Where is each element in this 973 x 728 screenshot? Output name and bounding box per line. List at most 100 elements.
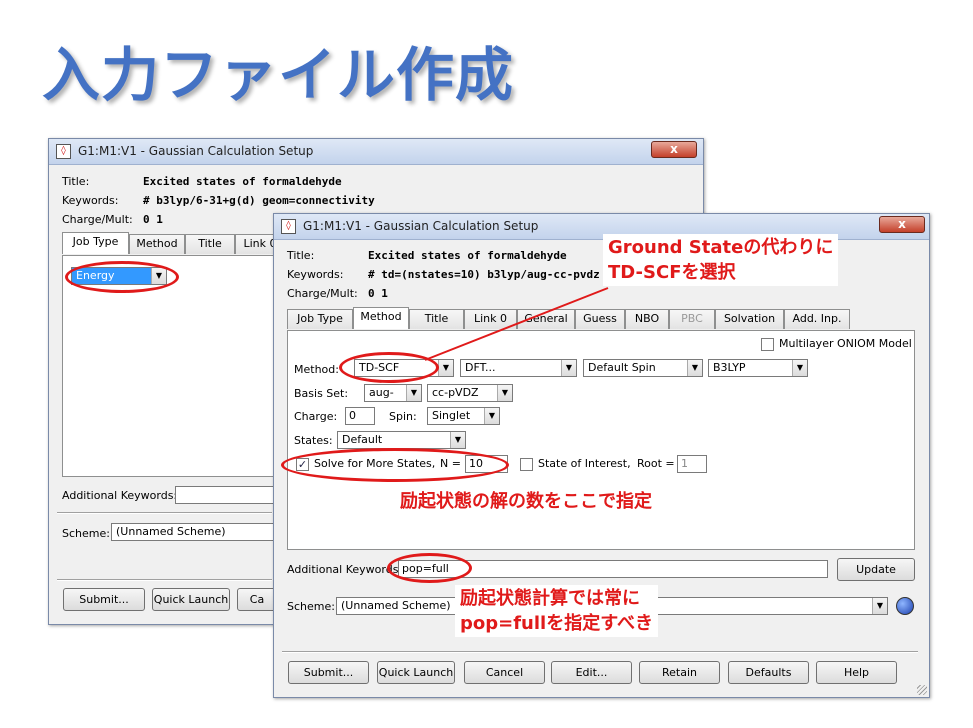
back-scheme-value: (Unnamed Scheme) <box>116 525 226 538</box>
resize-grip-icon[interactable] <box>917 685 927 695</box>
front-tab-add-inp[interactable]: Add. Inp. <box>784 309 850 329</box>
basis-set-label: Basis Set: <box>294 387 349 400</box>
back-charge-value: 0 1 <box>143 213 163 226</box>
front-quick-launch-button[interactable]: Quick Launch <box>377 661 455 684</box>
annotation-oval-pop <box>387 553 472 583</box>
front-help-button[interactable]: Help <box>816 661 897 684</box>
front-tab-title[interactable]: Title <box>409 309 464 329</box>
back-keywords-label: Keywords: <box>62 194 119 207</box>
states-value: Default <box>342 433 383 446</box>
basis-prefix-value: aug- <box>369 386 394 399</box>
spin-value: Singlet <box>432 409 471 422</box>
front-defaults-button[interactable]: Defaults <box>728 661 809 684</box>
spin-dropdown[interactable]: Singlet ▼ <box>427 407 500 425</box>
back-keywords-value: # b3lyp/6-31+g(d) geom=connectivity <box>143 194 375 207</box>
front-divider <box>282 651 918 653</box>
front-tab-general[interactable]: General <box>517 309 575 329</box>
chevron-down-icon: ▼ <box>450 432 465 448</box>
front-keywords-value: # td=(nstates=10) b3lyp/aug-cc-pvdz g <box>368 268 614 281</box>
back-title-label: Title: <box>62 175 90 188</box>
basis-set-value: cc-pVDZ <box>432 386 479 399</box>
root-label: Root = <box>637 457 675 470</box>
method-type-value: DFT... <box>465 361 496 374</box>
multilayer-checkbox[interactable] <box>761 338 774 351</box>
front-tab-link0[interactable]: Link 0 <box>464 309 517 329</box>
spin-mode-dropdown[interactable]: Default Spin ▼ <box>583 359 703 377</box>
front-title-value: Excited states of formaldehyde <box>368 249 567 262</box>
states-dropdown[interactable]: Default ▼ <box>337 431 466 449</box>
root-input[interactable]: 1 <box>677 455 707 473</box>
front-edit-button[interactable]: Edit... <box>551 661 632 684</box>
annotation-oval-energy <box>65 261 179 293</box>
annotation-td-scf: Ground Stateの代わりに TD-SCFを選択 <box>603 234 839 286</box>
back-divider <box>57 512 272 514</box>
gaussian-app-icon: ◊ <box>56 144 71 159</box>
back-submit-button[interactable]: Submit... <box>63 588 145 611</box>
chevron-down-icon: ▼ <box>792 360 807 376</box>
states-label: States: <box>294 434 333 447</box>
front-tab-pbc: PBC <box>669 309 715 329</box>
front-tab-method[interactable]: Method <box>353 307 409 329</box>
front-charge-value: 0 1 <box>368 287 388 300</box>
front-title-label: Title: <box>287 249 315 262</box>
globe-icon[interactable] <box>896 597 914 615</box>
front-scheme-label: Scheme: <box>287 600 335 613</box>
functional-dropdown[interactable]: B3LYP ▼ <box>708 359 808 377</box>
back-additional-keywords-input[interactable] <box>175 486 275 504</box>
gaussian-app-icon: ◊ <box>281 219 296 234</box>
back-quick-launch-button[interactable]: Quick Launch <box>152 588 230 611</box>
charge-field-label: Charge: <box>294 410 338 423</box>
multilayer-label: Multilayer ONIOM Model <box>779 337 912 350</box>
annotation-nstates: 励起状態の解の数をここで指定 <box>400 491 652 512</box>
front-additional-keywords-label: Additional Keywords: <box>287 563 403 576</box>
front-cancel-button[interactable]: Cancel <box>464 661 545 684</box>
chevron-down-icon: ▼ <box>872 598 887 614</box>
method-type-dropdown[interactable]: DFT... ▼ <box>460 359 577 377</box>
back-window-title: G1:M1:V1 - Gaussian Calculation Setup <box>78 144 314 158</box>
annotation-pop-line2: pop=fullを指定すべき <box>460 613 653 634</box>
basis-set-dropdown[interactable]: cc-pVDZ ▼ <box>427 384 513 402</box>
front-charge-label: Charge/Mult: <box>287 287 358 300</box>
back-scheme-dropdown[interactable]: (Unnamed Scheme) <box>111 523 281 541</box>
charge-input[interactable]: 0 <box>345 407 375 425</box>
front-tab-job-type[interactable]: Job Type <box>287 309 353 329</box>
basis-prefix-dropdown[interactable]: aug- ▼ <box>364 384 422 402</box>
front-tab-nbo[interactable]: NBO <box>625 309 669 329</box>
chevron-down-icon: ▼ <box>497 385 512 401</box>
annotation-pop: 励起状態計算では常に pop=fullを指定すべき <box>455 585 658 637</box>
back-scheme-label: Scheme: <box>62 527 110 540</box>
front-scheme-value: (Unnamed Scheme) <box>341 599 451 612</box>
chevron-down-icon: ▼ <box>484 408 499 424</box>
back-cancel-button[interactable]: Ca <box>237 588 277 611</box>
back-tab-method[interactable]: Method <box>129 234 185 254</box>
back-close-button[interactable]: x <box>651 141 697 158</box>
front-tab-guess[interactable]: Guess <box>575 309 625 329</box>
back-title-value: Excited states of formaldehyde <box>143 175 342 188</box>
back-window-titlebar[interactable]: ◊ G1:M1:V1 - Gaussian Calculation Setup … <box>49 139 703 165</box>
back-tab-title[interactable]: Title <box>185 234 235 254</box>
spin-mode-value: Default Spin <box>588 361 656 374</box>
front-close-button[interactable]: x <box>879 216 925 233</box>
front-window-title: G1:M1:V1 - Gaussian Calculation Setup <box>303 219 539 233</box>
front-tab-solvation[interactable]: Solvation <box>715 309 784 329</box>
annotation-td-scf-line2: TD-SCFを選択 <box>608 262 736 283</box>
back-tab-strip: Job Type Method Title Link 0 <box>62 232 292 256</box>
chevron-down-icon: ▼ <box>406 385 421 401</box>
annotation-pop-line1: 励起状態計算では常に <box>460 588 640 609</box>
chevron-down-icon: ▼ <box>687 360 702 376</box>
slide-title: 入力ファイル作成 <box>42 41 515 109</box>
method-label: Method: <box>294 363 339 376</box>
annotation-oval-nstates <box>281 448 509 482</box>
spin-label: Spin: <box>389 410 417 423</box>
front-tab-strip: Job Type Method Title Link 0 General Gue… <box>287 307 857 331</box>
front-retain-button[interactable]: Retain <box>639 661 720 684</box>
chevron-down-icon: ▼ <box>561 360 576 376</box>
back-tab-job-type[interactable]: Job Type <box>62 232 129 254</box>
back-divider-2 <box>57 579 272 581</box>
chevron-down-icon: ▼ <box>438 360 453 376</box>
annotation-oval-method <box>339 352 439 383</box>
front-keywords-label: Keywords: <box>287 268 344 281</box>
state-of-interest-checkbox[interactable] <box>520 458 533 471</box>
update-button[interactable]: Update <box>837 558 915 581</box>
front-submit-button[interactable]: Submit... <box>288 661 369 684</box>
